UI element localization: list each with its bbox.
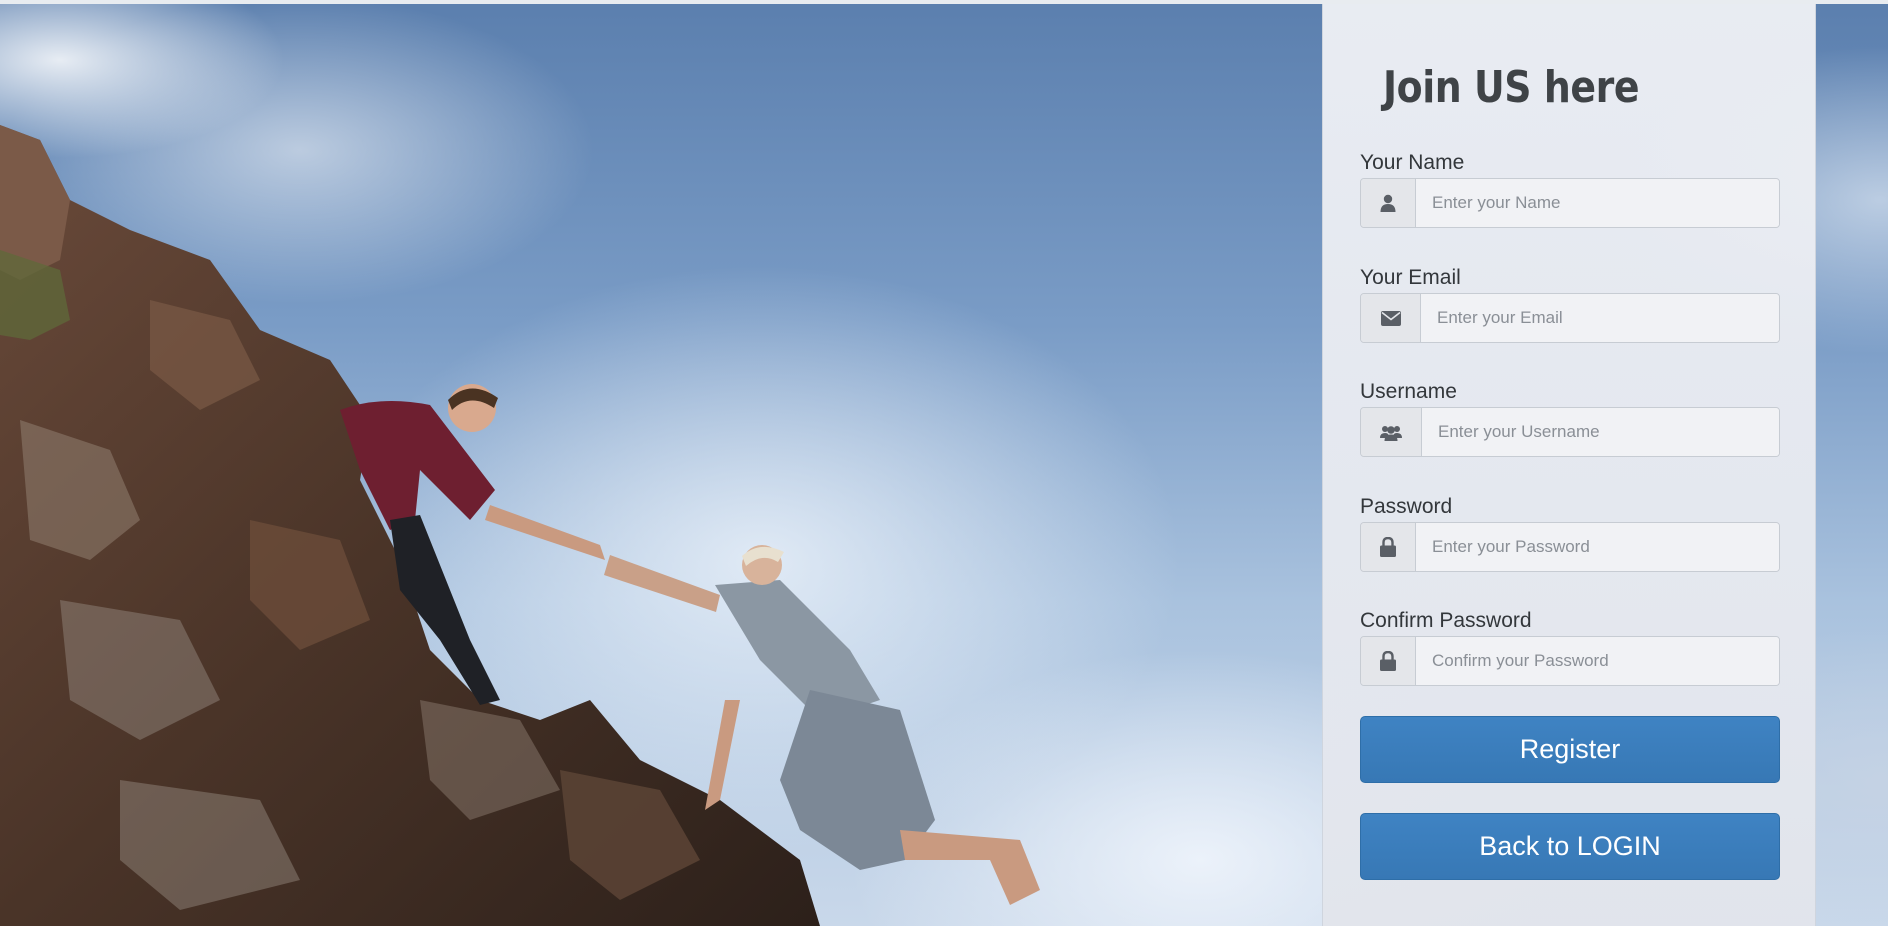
email-label: Your Email xyxy=(1360,266,1461,289)
name-input[interactable] xyxy=(1416,179,1779,227)
page: Join US here Your Name Your Email U xyxy=(0,0,1888,926)
name-field-group: Your Name xyxy=(1360,150,1780,228)
email-field-group: Your Email xyxy=(1360,265,1780,343)
back-to-login-button[interactable]: Back to LOGIN xyxy=(1360,813,1780,880)
email-input[interactable] xyxy=(1421,294,1779,342)
username-input[interactable] xyxy=(1422,408,1779,456)
username-input-group xyxy=(1360,407,1780,457)
register-form-panel: Join US here Your Name Your Email U xyxy=(1322,4,1816,926)
confirm-password-field-group: Confirm Password xyxy=(1360,608,1780,686)
password-label: Password xyxy=(1360,495,1453,518)
users-icon xyxy=(1361,408,1422,456)
lock-icon xyxy=(1361,523,1416,571)
envelope-icon xyxy=(1361,294,1421,342)
lock-icon xyxy=(1361,637,1416,685)
password-input[interactable] xyxy=(1416,523,1779,571)
confirm-password-input[interactable] xyxy=(1416,637,1779,685)
register-button[interactable]: Register xyxy=(1360,716,1780,783)
email-input-group xyxy=(1360,293,1780,343)
user-icon xyxy=(1361,179,1416,227)
name-label: Your Name xyxy=(1360,151,1465,174)
username-field-group: Username xyxy=(1360,379,1780,457)
username-label: Username xyxy=(1360,380,1457,403)
form-title: Join US here xyxy=(1383,62,1640,113)
confirm-password-label: Confirm Password xyxy=(1360,609,1532,632)
password-input-group xyxy=(1360,522,1780,572)
confirm-password-input-group xyxy=(1360,636,1780,686)
name-input-group xyxy=(1360,178,1780,228)
password-field-group: Password xyxy=(1360,494,1780,572)
